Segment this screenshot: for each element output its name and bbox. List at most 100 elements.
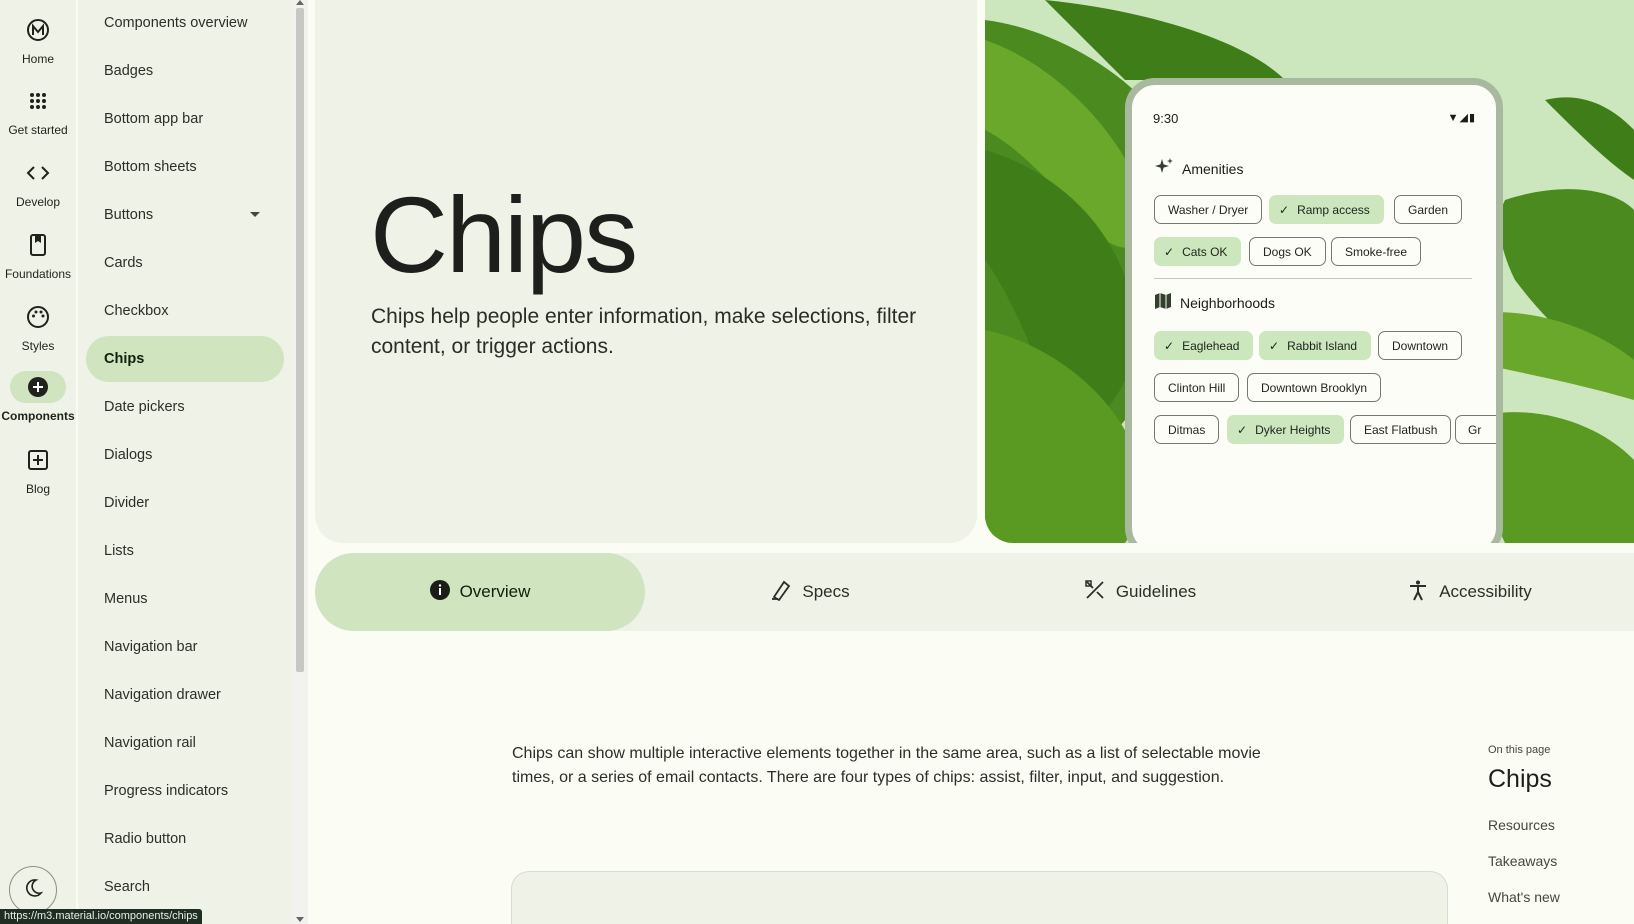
chip-rabbit-island[interactable]: Rabbit Island (1259, 331, 1372, 360)
scroll-up-arrow-icon[interactable] (296, 0, 304, 5)
tab-guidelines[interactable]: Guidelines (975, 553, 1305, 631)
phone-time: 9:30 (1153, 111, 1179, 126)
tab-overview[interactable]: Overview (315, 553, 645, 631)
nav-item-navigation-drawer[interactable]: Navigation drawer (86, 672, 284, 718)
navigation-rail: Home Get started Develop Foundations Sty… (0, 0, 76, 924)
scroll-down-arrow-icon[interactable] (296, 917, 304, 922)
on-this-page-title[interactable]: Chips (1488, 765, 1634, 794)
specs-icon (770, 579, 792, 606)
nav-item-progress-indicators[interactable]: Progress indicators (86, 768, 284, 814)
nav-item-label: Lists (104, 543, 134, 559)
add-circle-icon (10, 371, 66, 403)
nav-item-lists[interactable]: Lists (86, 528, 284, 574)
rail-item-get-started[interactable]: Get started (0, 85, 76, 137)
rail-item-blog[interactable]: Blog (0, 444, 76, 496)
rail-item-label: Components (1, 409, 75, 423)
intro-paragraph: Chips can show multiple interactive elem… (512, 745, 1261, 786)
tab-accessibility[interactable]: Accessibility (1305, 553, 1634, 631)
rail-item-foundations[interactable]: Foundations (0, 229, 76, 281)
toc-link-takeaways[interactable]: Takeaways (1488, 853, 1557, 869)
rail-item-label: Home (21, 52, 54, 66)
chip-downtown[interactable]: Downtown (1378, 331, 1463, 360)
nav-item-chips[interactable]: Chips (86, 336, 284, 382)
chip-eaglehead[interactable]: Eaglehead (1154, 331, 1254, 360)
moon-icon (23, 878, 44, 903)
nav-item-label: Bottom app bar (104, 111, 204, 127)
chevron-down-icon[interactable] (250, 212, 260, 217)
code-icon (10, 157, 66, 189)
nav-item-divider[interactable]: Divider (86, 480, 284, 526)
sidebar-scrollbar[interactable] (292, 0, 308, 924)
chip-ditmas[interactable]: Ditmas (1154, 415, 1220, 444)
nav-item-date-pickers[interactable]: Date pickers (86, 384, 284, 430)
chip-dogs-ok[interactable]: Dogs OK (1249, 237, 1326, 266)
nav-item-cards[interactable]: Cards (86, 240, 284, 286)
nav-item-checkbox[interactable]: Checkbox (86, 288, 284, 334)
nav-item-label: Buttons (104, 207, 154, 223)
nav-item-label: Chips (104, 351, 145, 367)
rail-item-develop[interactable]: Develop (0, 157, 76, 209)
tab-specs[interactable]: Specs (645, 553, 975, 631)
tab-label: Accessibility (1439, 582, 1532, 601)
apps-grid-icon (10, 85, 66, 117)
hero-illustration: 9:30 ▼◢▮ Amenities Washer / Dryer Ramp a… (985, 0, 1634, 543)
nav-item-label: Search (104, 879, 150, 895)
chip-ramp-access[interactable]: Ramp access (1269, 195, 1384, 224)
rail-item-home[interactable]: Home (0, 14, 76, 66)
tab-label: Guidelines (1115, 582, 1197, 601)
nav-item-bottom-sheets[interactable]: Bottom sheets (86, 144, 284, 190)
bookmark-icon (10, 229, 66, 261)
toc-link-resources[interactable]: Resources (1488, 817, 1555, 833)
chip-gr[interactable]: Gr (1455, 415, 1496, 444)
neighborhoods-header: Neighborhoods (1154, 292, 1275, 313)
rail-item-label: Develop (15, 195, 61, 209)
dark-mode-toggle[interactable] (9, 866, 57, 914)
phone-mockup: 9:30 ▼◢▮ Amenities Washer / Dryer Ramp a… (1125, 78, 1503, 543)
chip-downtown-brooklyn[interactable]: Downtown Brooklyn (1247, 373, 1382, 402)
on-this-page-label: On this page (1488, 744, 1551, 756)
nav-item-label: Bottom sheets (104, 159, 197, 175)
scrollbar-thumb[interactable] (296, 8, 304, 672)
status-icons: ▼◢▮ (1447, 112, 1476, 124)
nav-item-bottom-app-bar[interactable]: Bottom app bar (86, 96, 284, 142)
chip-east-flatbush[interactable]: East Flatbush (1350, 415, 1452, 444)
accessibility-icon (1407, 579, 1429, 606)
nav-item-radio-button[interactable]: Radio button (86, 816, 284, 862)
nav-item-navigation-rail[interactable]: Navigation rail (86, 720, 284, 766)
nav-item-dialogs[interactable]: Dialogs (86, 432, 284, 478)
rail-item-label: Blog (25, 482, 51, 496)
nav-item-navigation-bar[interactable]: Navigation bar (86, 624, 284, 670)
rail-item-label: Styles (21, 339, 55, 353)
chip-garden[interactable]: Garden (1394, 195, 1463, 224)
nav-item-label: Navigation bar (104, 639, 198, 655)
material-logo-icon (10, 14, 66, 46)
nav-item-badges[interactable]: Badges (86, 48, 284, 94)
add-box-icon (10, 444, 66, 476)
tab-label: Specs (802, 582, 850, 601)
nav-item-components-overview[interactable]: Components overview (86, 0, 284, 46)
rail-item-label: Foundations (4, 267, 72, 281)
nav-item-search[interactable]: Search (86, 864, 284, 910)
rail-item-styles[interactable]: Styles (0, 301, 76, 353)
nav-item-label: Dialogs (104, 447, 153, 463)
nav-item-menus[interactable]: Menus (86, 576, 284, 622)
nav-item-label: Checkbox (104, 303, 169, 319)
chip-washer-dryer[interactable]: Washer / Dryer (1154, 195, 1263, 224)
nav-item-label: Badges (104, 63, 154, 79)
nav-item-label: Cards (104, 255, 143, 271)
chip-clinton-hill[interactable]: Clinton Hill (1154, 373, 1240, 402)
chip-dyker-heights[interactable]: Dyker Heights (1227, 415, 1345, 444)
rail-item-label: Get started (8, 123, 68, 137)
nav-item-buttons[interactable]: Buttons (86, 192, 284, 238)
chip-smoke-free[interactable]: Smoke-free (1331, 237, 1422, 266)
rail-item-components[interactable]: Components (0, 371, 76, 423)
nav-item-label: Components overview (104, 15, 248, 31)
page-title: Chips (370, 174, 638, 295)
page-subtitle: Chips help people enter information, mak… (371, 305, 917, 358)
chip-cats-ok[interactable]: Cats OK (1154, 237, 1242, 266)
neighborhoods-title: Neighborhoods (1180, 294, 1275, 311)
nav-item-label: Navigation drawer (104, 687, 221, 703)
amenities-header: Amenities (1154, 157, 1243, 180)
page-tabs: Overview Specs Guidelines Accessibility (315, 553, 1634, 631)
toc-link-whats-new[interactable]: What's new (1488, 889, 1560, 905)
